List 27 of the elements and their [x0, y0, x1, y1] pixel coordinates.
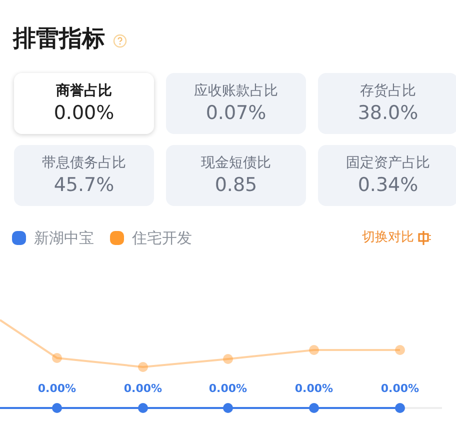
metric-card[interactable]: 存货占比 38.0%: [318, 72, 456, 134]
data-point: [309, 345, 319, 355]
value-label: 0.00%: [208, 382, 248, 395]
metric-card[interactable]: 固定资产占比 0.34%: [318, 144, 456, 206]
section-title: 排雷指标: [13, 25, 105, 54]
data-point: [223, 354, 233, 364]
help-icon[interactable]: [113, 34, 127, 48]
value-label: 0.00%: [38, 382, 76, 395]
legend-label: 新湖中宝: [34, 228, 94, 248]
legend-label: 住宅开发: [132, 228, 192, 248]
data-point: [52, 353, 62, 363]
metric-card[interactable]: 应收账款占比 0.07%: [166, 72, 306, 134]
data-point: [223, 403, 233, 413]
data-point: [138, 403, 148, 413]
data-point: [52, 403, 62, 413]
data-point: [395, 345, 405, 355]
metric-card[interactable]: 现金短债比 0.85: [166, 144, 306, 206]
value-label: 0.00%: [124, 382, 162, 395]
toggle-icon: [418, 230, 432, 246]
metric-card[interactable]: 带息债务占比 45.7%: [14, 144, 154, 206]
data-point: [138, 362, 148, 372]
data-point: [309, 403, 319, 413]
metric-card[interactable]: 商誉占比 0.00%: [14, 72, 154, 134]
value-label: 0.00%: [294, 382, 334, 395]
data-point: [395, 403, 405, 413]
value-label: 0.00%: [380, 382, 420, 395]
compare-toggle[interactable]: 切换对比: [362, 228, 432, 248]
